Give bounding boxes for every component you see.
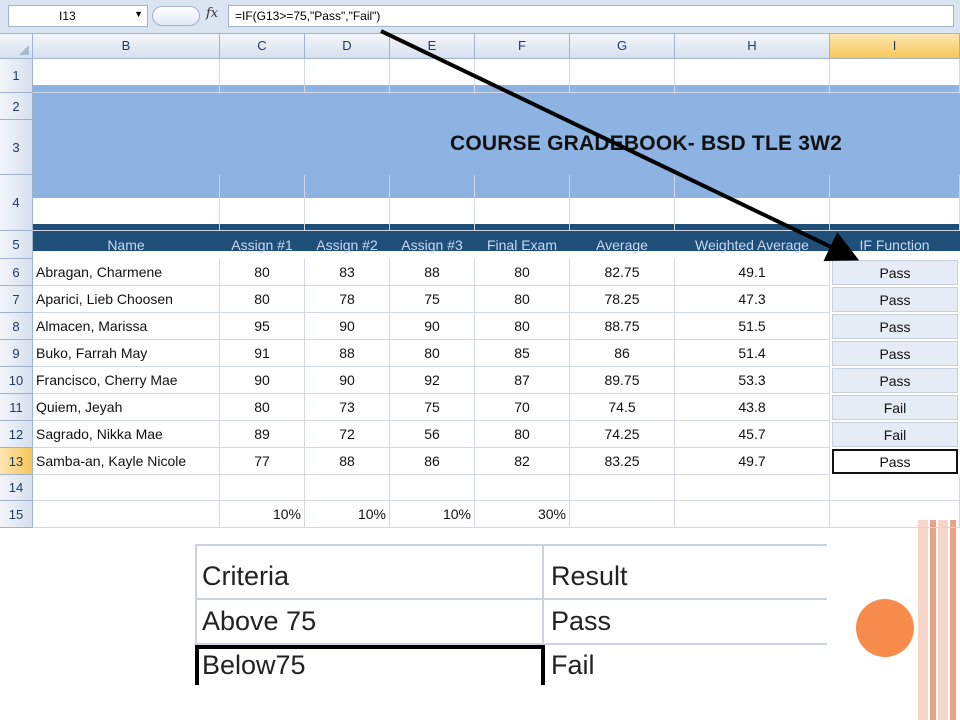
criteria-above-75: Above 75: [202, 606, 317, 636]
criteria-divider: [195, 598, 827, 600]
criteria-divider: [195, 544, 197, 644]
criteria-header: Criteria: [202, 561, 290, 591]
criteria-below-75: Below75: [202, 650, 306, 680]
formula-arrow: [380, 29, 860, 262]
result-header: Result: [551, 561, 628, 591]
result-fail: Fail: [551, 650, 595, 680]
result-pass: Pass: [551, 606, 612, 636]
criteria-divider: [195, 544, 827, 546]
